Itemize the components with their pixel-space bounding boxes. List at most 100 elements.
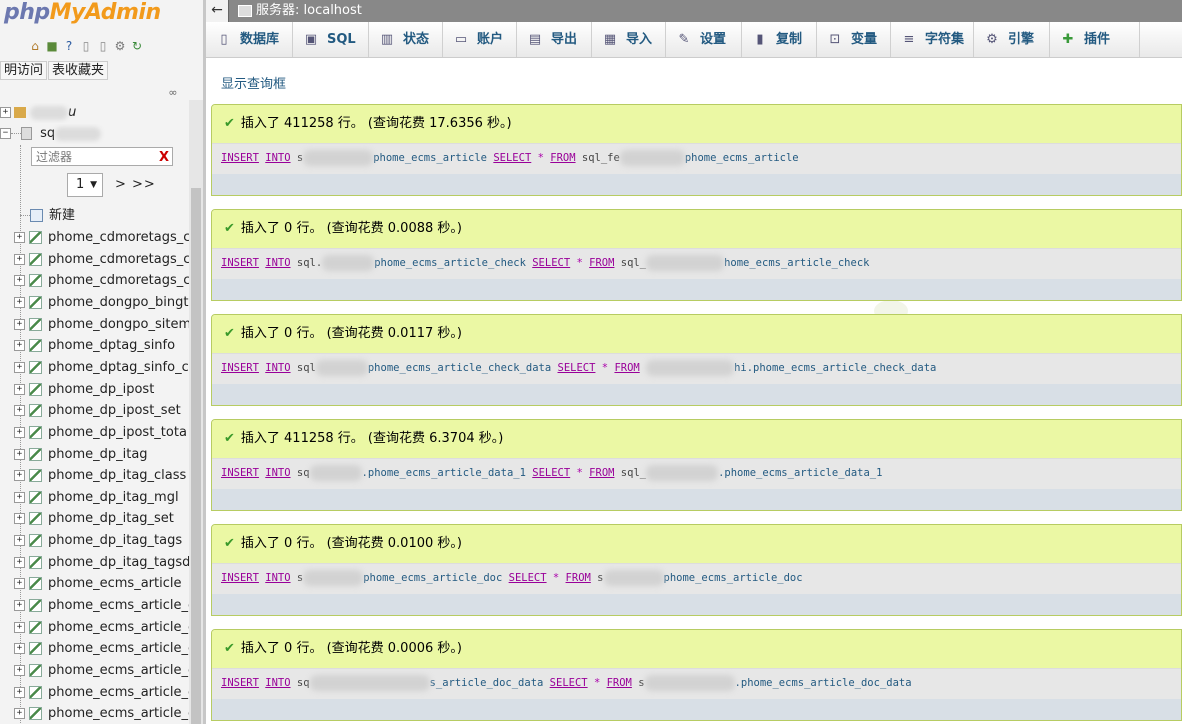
table-item[interactable]: + phome_dp_itag_class bbox=[14, 465, 190, 486]
docs-icon[interactable]: ▯ bbox=[79, 39, 93, 53]
table-item[interactable]: + phome_ecms_article_c bbox=[14, 703, 190, 724]
expand-icon[interactable]: + bbox=[14, 318, 25, 330]
table-item[interactable]: + phome_dp_itag_tagsd bbox=[14, 552, 190, 573]
table-item[interactable]: + phome_dptag_sinfo bbox=[14, 335, 190, 356]
sql-keyword[interactable]: INTO bbox=[265, 677, 290, 689]
table-item[interactable]: + phome_ecms_article_c bbox=[14, 595, 190, 616]
expand-icon[interactable]: + bbox=[14, 665, 25, 676]
sql-keyword[interactable]: FROM bbox=[589, 467, 614, 479]
sql-keyword[interactable]: SELECT bbox=[558, 362, 596, 374]
table-item[interactable]: + phome_dp_itag_mgl bbox=[14, 487, 190, 508]
table-structure-icon[interactable] bbox=[29, 512, 42, 526]
table-structure-icon[interactable] bbox=[29, 599, 42, 613]
table-structure-icon[interactable] bbox=[29, 404, 42, 418]
tab-replication[interactable]: ▮ 复制 bbox=[742, 22, 817, 57]
tab-plugin[interactable]: ✚ 插件 bbox=[1050, 22, 1140, 57]
sql-keyword[interactable]: FROM bbox=[607, 677, 632, 689]
table-item[interactable]: + phome_dongpo_bingt bbox=[14, 292, 190, 313]
sql-keyword[interactable]: INSERT bbox=[221, 677, 259, 689]
expand-icon[interactable]: + bbox=[14, 686, 25, 698]
expand-icon[interactable]: + bbox=[14, 470, 25, 482]
tab-database[interactable]: ▯ 数据库 bbox=[206, 22, 293, 57]
new-table-item[interactable]: 新建 bbox=[20, 206, 203, 226]
table-item[interactable]: + phome_cdmoretags_c bbox=[14, 227, 190, 248]
sql-query-text[interactable]: INSERT INTO s phome_ecms_article_doc SELE… bbox=[212, 563, 1181, 594]
table-structure-icon[interactable] bbox=[29, 231, 42, 244]
table-structure-icon[interactable] bbox=[29, 664, 42, 677]
sql-keyword[interactable]: FROM bbox=[614, 362, 639, 374]
expand-icon[interactable]: + bbox=[14, 600, 25, 612]
sql-keyword[interactable]: SELECT bbox=[550, 677, 588, 689]
table-name[interactable]: phome_ecms_article_c bbox=[48, 685, 190, 700]
show-query-box-link[interactable]: 显示查询框 bbox=[221, 73, 286, 92]
sql-query-text[interactable]: INSERT INTO sql phome_ecms_article_check_… bbox=[212, 353, 1181, 384]
sql-keyword[interactable]: SELECT bbox=[493, 152, 531, 164]
collapse-icon[interactable]: − bbox=[0, 128, 11, 139]
table-structure-icon[interactable] bbox=[29, 707, 42, 721]
expand-icon[interactable]: + bbox=[0, 107, 11, 118]
settings-icon[interactable]: ⚙ bbox=[113, 39, 127, 53]
tab-charset[interactable]: ≡ 字符集 bbox=[891, 22, 974, 57]
table-structure-icon[interactable] bbox=[29, 274, 42, 288]
expand-icon[interactable]: + bbox=[14, 296, 25, 308]
table-item[interactable]: + phome_dp_ipost bbox=[14, 379, 190, 400]
expand-icon[interactable]: + bbox=[14, 556, 25, 568]
exit-icon[interactable]: ■ bbox=[45, 39, 59, 53]
sql-keyword[interactable]: INTO bbox=[265, 362, 290, 374]
tab-variables[interactable]: ⊡ 变量 bbox=[817, 22, 891, 57]
nav-scrollbar[interactable] bbox=[189, 100, 203, 724]
table-filter-input[interactable]: 过滤器 X bbox=[31, 147, 173, 166]
sql-query-text[interactable]: INSERT INTO sql. phome_ecms_article_check… bbox=[212, 248, 1181, 279]
expand-icon[interactable]: + bbox=[14, 578, 25, 590]
expand-icon[interactable]: + bbox=[14, 491, 25, 503]
sql-query-text[interactable]: INSERT INTO sq s_article_doc_data SELECT … bbox=[212, 668, 1181, 699]
table-name[interactable]: phome_dp_itag_tagsd bbox=[48, 555, 190, 570]
sql-keyword[interactable]: SELECT bbox=[532, 257, 570, 269]
console-icon[interactable]: ▯ bbox=[96, 39, 110, 53]
expand-icon[interactable]: + bbox=[14, 275, 25, 287]
tab-users[interactable]: ▭ 账户 bbox=[443, 22, 517, 57]
table-name[interactable]: phome_dp_ipost_tota bbox=[48, 425, 187, 440]
table-name[interactable]: phome_dp_itag_class bbox=[48, 468, 186, 483]
tab-engine[interactable]: ⚙ 引擎 bbox=[974, 22, 1050, 57]
table-structure-icon[interactable] bbox=[29, 317, 42, 331]
table-name[interactable]: phome_cdmoretags_c bbox=[48, 230, 190, 245]
expand-icon[interactable]: + bbox=[14, 253, 25, 265]
help-icon[interactable]: ? bbox=[62, 39, 76, 53]
table-structure-icon[interactable] bbox=[29, 339, 42, 353]
table-name[interactable]: phome_ecms_article_c bbox=[48, 641, 190, 656]
table-item[interactable]: + phome_dp_ipost_tota bbox=[14, 422, 190, 443]
expand-icon[interactable]: + bbox=[14, 448, 25, 460]
sql-keyword[interactable]: INTO bbox=[265, 152, 290, 164]
table-structure-icon[interactable] bbox=[29, 620, 42, 634]
table-name[interactable]: phome_dongpo_sitem bbox=[48, 317, 190, 332]
table-structure-icon[interactable] bbox=[29, 490, 42, 504]
table-item[interactable]: + phome_dp_itag bbox=[14, 444, 190, 465]
link-with-main-icon[interactable]: ∞ bbox=[166, 86, 180, 99]
table-item[interactable]: + phome_dp_itag_tags bbox=[14, 530, 190, 551]
table-name[interactable]: phome_ecms_article_c bbox=[48, 663, 190, 678]
table-name[interactable]: phome_ecms_article bbox=[48, 576, 181, 591]
table-structure-icon[interactable] bbox=[29, 534, 42, 548]
expand-icon[interactable]: + bbox=[14, 621, 25, 633]
clear-filter-icon[interactable]: X bbox=[159, 148, 169, 167]
table-item[interactable]: + phome_ecms_article_c bbox=[14, 682, 190, 703]
table-structure-icon[interactable] bbox=[29, 685, 42, 699]
back-arrow-icon[interactable]: ← bbox=[206, 0, 229, 22]
table-item[interactable]: + phome_dp_itag_set bbox=[14, 508, 190, 529]
table-item[interactable]: + phome_dongpo_sitem bbox=[14, 314, 190, 335]
recent-tables-button[interactable]: 明访问 bbox=[0, 61, 48, 80]
table-name[interactable]: phome_dptag_sinfo bbox=[48, 338, 175, 353]
table-item[interactable]: + phome_dptag_sinfo_c bbox=[14, 357, 190, 378]
table-item[interactable]: + phome_ecms_article_c bbox=[14, 660, 190, 681]
expand-icon[interactable]: + bbox=[14, 340, 25, 352]
table-structure-icon[interactable] bbox=[29, 555, 42, 569]
reload-icon[interactable]: ↻ bbox=[130, 39, 144, 53]
table-name[interactable]: phome_dp_ipost bbox=[48, 382, 154, 397]
expand-icon[interactable]: + bbox=[14, 535, 25, 547]
page-select[interactable]: 1 ▼ bbox=[67, 173, 103, 197]
nav-scrollbar-thumb[interactable] bbox=[191, 188, 201, 724]
table-item[interactable]: + phome_cdmoretags_c bbox=[14, 270, 190, 291]
tab-wrench[interactable]: ✎ 设置 bbox=[666, 22, 742, 57]
table-name[interactable]: phome_ecms_article_c bbox=[48, 706, 190, 721]
